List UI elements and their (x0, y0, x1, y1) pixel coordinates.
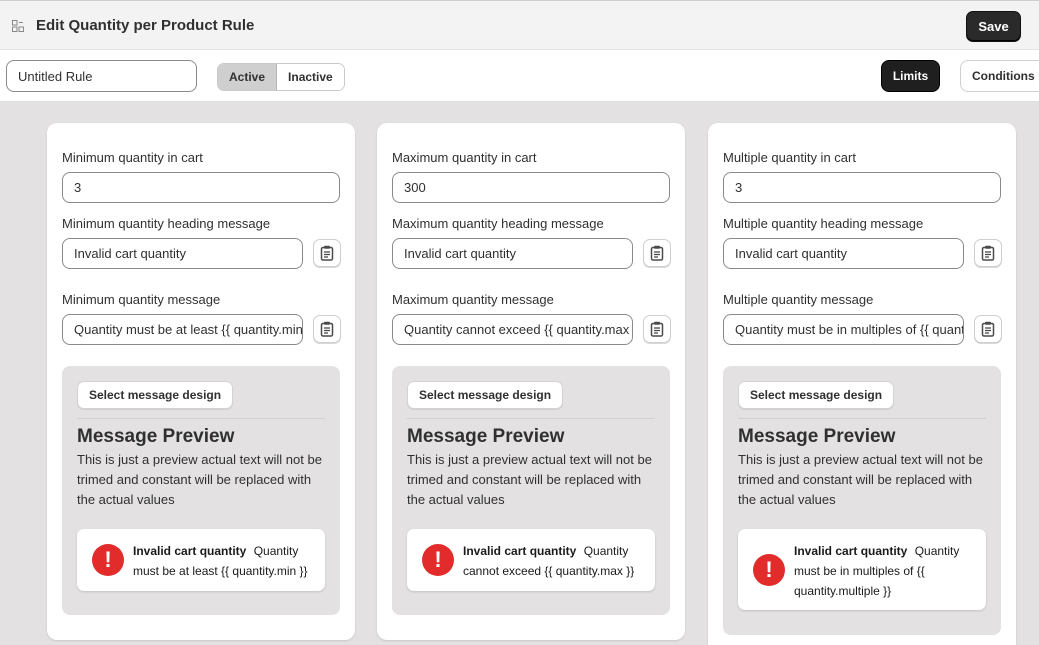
grid-icon (12, 20, 24, 32)
save-button[interactable]: Save (966, 11, 1021, 42)
message-preview-title: Message Preview (407, 426, 565, 447)
error-message-text: Invalid cart quantity Quantity must be i… (794, 541, 978, 601)
max-heading-input[interactable]: Invalid cart quantity (392, 238, 633, 269)
rule-toolbar: Active Inactive Limits Conditions (0, 50, 1039, 102)
minimum-quantity-card: Minimum quantity in cart 3 Minimum quant… (47, 123, 355, 640)
message-preview-description: This is just a preview actual text will … (738, 452, 983, 507)
message-preview-title: Message Preview (738, 426, 896, 447)
clipboard-icon (650, 321, 664, 337)
min-message-clipboard-button[interactable] (313, 315, 341, 343)
error-message-text: Invalid cart quantity Quantity must be a… (133, 541, 317, 581)
error-message-preview: ! Invalid cart quantity Quantity must be… (738, 529, 986, 610)
page-title: Edit Quantity per Product Rule (36, 17, 255, 34)
divider (407, 418, 655, 419)
error-message-preview: ! Invalid cart quantity Quantity cannot … (407, 529, 655, 591)
error-message-preview: ! Invalid cart quantity Quantity must be… (77, 529, 325, 591)
multiple-message-input[interactable]: Quantity must be in multiples of {{ quan… (723, 314, 964, 345)
clipboard-icon (320, 321, 334, 337)
select-message-design-button[interactable]: Select message design (407, 381, 564, 409)
multiple-heading-label: Multiple quantity heading message (723, 216, 924, 231)
min-heading-label: Minimum quantity heading message (62, 216, 271, 231)
message-preview-panel: Select message design Message Preview Th… (392, 366, 670, 615)
max-message-clipboard-button[interactable] (643, 315, 671, 343)
min-heading-clipboard-button[interactable] (313, 239, 341, 267)
top-bar: Edit Quantity per Product Rule Save (0, 0, 1039, 50)
message-preview-panel: Select message design Message Preview Th… (723, 366, 1001, 635)
multiple-qty-input[interactable]: 3 (723, 172, 1001, 203)
max-heading-label: Maximum quantity heading message (392, 216, 604, 231)
multiple-qty-label: Multiple quantity in cart (723, 150, 856, 165)
message-preview-title: Message Preview (77, 426, 235, 447)
divider (77, 418, 325, 419)
clipboard-icon (981, 245, 995, 261)
max-qty-input[interactable]: 300 (392, 172, 670, 203)
status-inactive-button[interactable]: Inactive (277, 64, 344, 90)
max-message-label: Maximum quantity message (392, 292, 554, 307)
multiple-heading-clipboard-button[interactable] (974, 239, 1002, 267)
message-preview-description: This is just a preview actual text will … (77, 452, 322, 507)
multiple-message-clipboard-button[interactable] (974, 315, 1002, 343)
min-message-input[interactable]: Quantity must be at least {{ quantity.mi… (62, 314, 303, 345)
message-preview-panel: Select message design Message Preview Th… (62, 366, 340, 615)
select-message-design-button[interactable]: Select message design (77, 381, 234, 409)
error-message-heading: Invalid cart quantity (463, 544, 577, 558)
multiple-heading-input[interactable]: Invalid cart quantity (723, 238, 964, 269)
status-toggle: Active Inactive (217, 63, 345, 91)
clipboard-icon (650, 245, 664, 261)
divider (738, 418, 986, 419)
tab-conditions[interactable]: Conditions (960, 60, 1039, 92)
min-qty-label: Minimum quantity in cart (62, 150, 203, 165)
error-message-text: Invalid cart quantity Quantity cannot ex… (463, 541, 647, 581)
max-heading-clipboard-button[interactable] (643, 239, 671, 267)
status-active-button[interactable]: Active (218, 64, 278, 90)
clipboard-icon (981, 321, 995, 337)
error-message-heading: Invalid cart quantity (133, 544, 247, 558)
max-qty-label: Maximum quantity in cart (392, 150, 537, 165)
exclamation-icon: ! (753, 554, 785, 586)
rule-name-input[interactable] (6, 60, 197, 92)
min-qty-input[interactable]: 3 (62, 172, 340, 203)
multiple-message-label: Multiple quantity message (723, 292, 874, 307)
message-preview-description: This is just a preview actual text will … (407, 452, 652, 507)
error-message-heading: Invalid cart quantity (794, 544, 908, 558)
exclamation-icon: ! (422, 544, 454, 576)
multiple-quantity-card: Multiple quantity in cart 3 Multiple qua… (708, 123, 1016, 645)
maximum-quantity-card: Maximum quantity in cart 300 Maximum qua… (377, 123, 685, 640)
select-message-design-button[interactable]: Select message design (738, 381, 895, 409)
exclamation-icon: ! (92, 544, 124, 576)
tab-limits[interactable]: Limits (881, 60, 940, 92)
max-message-input[interactable]: Quantity cannot exceed {{ quantity.max }… (392, 314, 633, 345)
min-message-label: Minimum quantity message (62, 292, 221, 307)
min-heading-input[interactable]: Invalid cart quantity (62, 238, 303, 269)
clipboard-icon (320, 245, 334, 261)
